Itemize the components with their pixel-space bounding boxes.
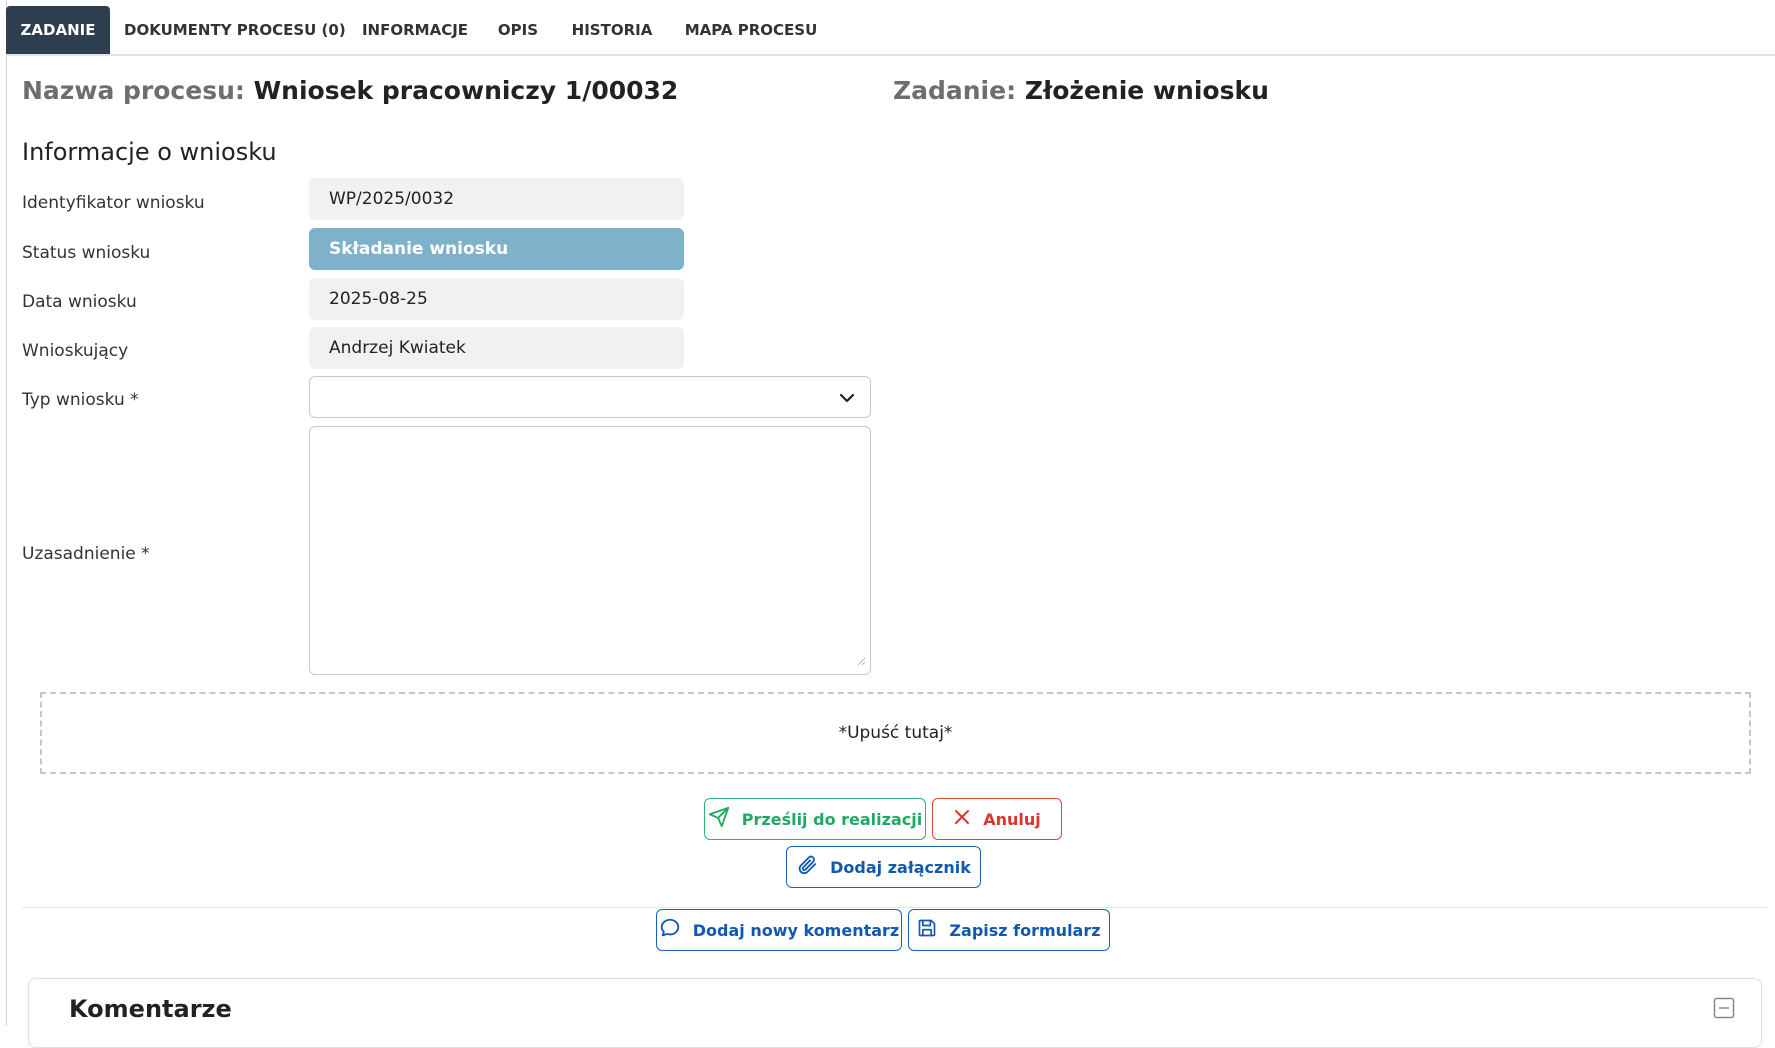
applicant-label: Wnioskujący [22,341,129,361]
tab-bar: ZADANIE DOKUMENTY PROCESU (0) INFORMACJE… [6,6,1775,56]
tab-mapa-procesu[interactable]: MAPA PROCESU [676,6,826,54]
justification-textarea[interactable] [309,426,871,675]
content-left-border [6,0,7,1026]
process-name: Wniosek pracowniczy 1/00032 [253,76,679,105]
cancel-button-label: Anuluj [983,809,1041,829]
status-label: Status wniosku [22,243,151,263]
submit-button-label: Prześlij do realizacji [741,809,923,829]
add-comment-button-label: Dodaj nowy komentarz [692,920,900,940]
status-field: Składanie wniosku [309,228,684,270]
cancel-button[interactable]: Anuluj [932,798,1062,840]
type-select[interactable] [309,376,871,418]
justification-label: Uzasadnienie * [22,544,150,564]
chevron-down-icon [838,389,856,411]
add-comment-button[interactable]: Dodaj nowy komentarz [656,909,902,951]
comments-title: Komentarze [69,995,232,1023]
tab-zadanie[interactable]: ZADANIE [6,6,110,54]
resize-grip-icon[interactable] [856,651,866,670]
date-label: Data wniosku [22,292,137,312]
add-attachment-button[interactable]: Dodaj załącznik [786,846,981,888]
comments-panel: Komentarze [28,978,1762,1048]
type-label: Typ wniosku * [22,390,139,410]
close-icon [953,808,971,830]
floppy-disk-icon [917,918,937,942]
process-label: Nazwa procesu: [22,76,245,105]
add-attachment-button-label: Dodaj załącznik [830,857,971,877]
section-title: Informacje o wniosku [22,138,277,166]
task-title: Zadanie: Złożenie wniosku [893,76,1269,105]
task-label: Zadanie: [893,76,1017,105]
send-icon [708,806,730,832]
paperclip-icon [796,854,818,880]
id-label: Identyfikator wniosku [22,193,205,213]
save-form-button[interactable]: Zapisz formularz [908,909,1110,951]
save-form-button-label: Zapisz formularz [949,920,1101,940]
tab-opis[interactable]: OPIS [488,6,548,54]
tab-historia[interactable]: HISTORIA [562,6,662,54]
minus-square-icon[interactable] [1713,997,1735,1023]
chat-bubble-icon [659,917,681,943]
tab-dokumenty-procesu[interactable]: DOKUMENTY PROCESU (0) [124,6,346,54]
file-dropzone[interactable]: *Upuść tutaj* [40,692,1751,774]
dropzone-text: *Upuść tutaj* [838,723,953,743]
process-title: Nazwa procesu: Wniosek pracowniczy 1/000… [22,76,678,105]
task-name: Złożenie wniosku [1024,76,1269,105]
id-field: WP/2025/0032 [309,178,684,220]
date-field: 2025-08-25 [309,278,684,320]
applicant-field: Andrzej Kwiatek [309,327,684,369]
tab-informacje[interactable]: INFORMACJE [356,6,474,54]
divider [22,907,1767,908]
submit-button[interactable]: Prześlij do realizacji [704,798,926,840]
